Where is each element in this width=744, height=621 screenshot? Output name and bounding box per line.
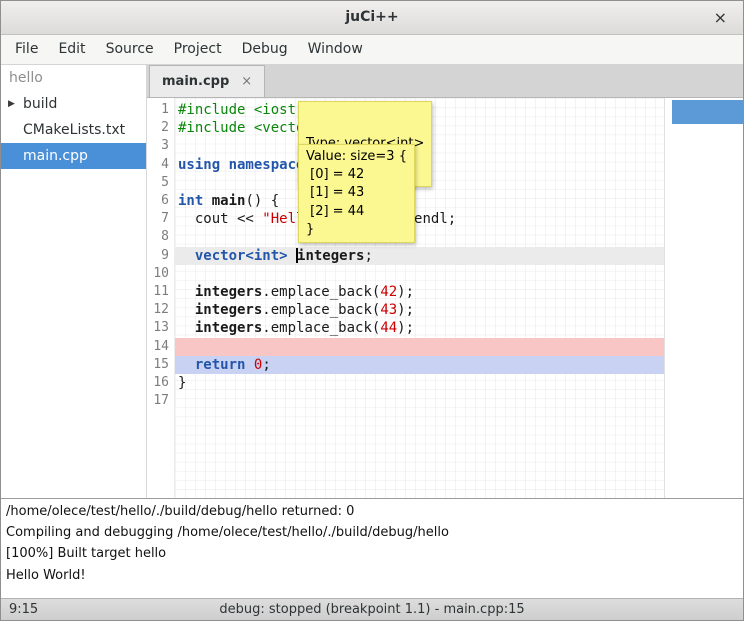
code-line-5[interactable]: [178, 174, 743, 192]
code-token: [288, 248, 296, 264]
tab-close-icon[interactable]: ×: [241, 74, 252, 89]
code-line-17[interactable]: [178, 392, 743, 410]
file-tree: ▶buildCMakeLists.txtmain.cpp: [1, 91, 146, 169]
terminal-line: Hello World!: [1, 565, 743, 586]
menu-item-project[interactable]: Project: [164, 35, 232, 64]
code-line-4[interactable]: using namespace std;: [178, 156, 743, 174]
code-token: return: [195, 357, 246, 373]
value-tooltip-line: }: [306, 221, 407, 239]
terminal-output[interactable]: /home/olece/test/hello/./build/debug/hel…: [1, 498, 743, 598]
code-token: integers: [297, 248, 364, 264]
code-token: .emplace_back(: [262, 320, 380, 336]
code-token: 44: [380, 320, 397, 336]
code-token: }: [178, 375, 186, 391]
tree-item-build[interactable]: ▶build: [1, 91, 146, 117]
code-token: );: [397, 302, 414, 318]
code-token: );: [397, 320, 414, 336]
menu-item-source[interactable]: Source: [96, 35, 164, 64]
menubar: FileEditSourceProjectDebugWindow: [1, 35, 743, 65]
code-line-6[interactable]: int main() {: [178, 192, 743, 210]
terminal-line: Compiling and debugging /home/olece/test…: [1, 522, 743, 543]
code-token: ;: [262, 357, 270, 373]
code-token: [178, 284, 195, 300]
window-title: juCi++: [1, 1, 743, 34]
code-line-14[interactable]: [178, 338, 743, 356]
tabbar: main.cpp ×: [147, 65, 743, 98]
value-tooltip: Value: size=3 { [0] = 42 [1] = 43 [2] = …: [298, 144, 415, 243]
expander-icon[interactable]: ▶: [8, 91, 15, 117]
code-line-10[interactable]: [178, 265, 743, 283]
code-line-12[interactable]: integers.emplace_back(43);: [178, 301, 743, 319]
code-line-2[interactable]: #include <vector>: [178, 119, 743, 137]
code-line-7[interactable]: cout << "Hello World!" << endl;: [178, 210, 743, 228]
menu-item-edit[interactable]: Edit: [48, 35, 95, 64]
terminal-line: [100%] Built target hello: [1, 543, 743, 564]
titlebar[interactable]: juCi++ ×: [1, 1, 743, 35]
tab-main-cpp[interactable]: main.cpp ×: [149, 65, 265, 97]
tree-item-main-cpp[interactable]: main.cpp: [1, 143, 146, 169]
code-token: .emplace_back(: [262, 302, 380, 318]
code-line-9[interactable]: vector<int> integers;: [178, 247, 743, 265]
code-token: integers: [195, 302, 262, 318]
code-token: using namespace: [178, 157, 304, 173]
menu-item-window[interactable]: Window: [298, 35, 373, 64]
window-close-icon[interactable]: ×: [710, 1, 731, 34]
code-editor[interactable]: 1234567891011121314151617 #include <iost…: [147, 98, 743, 498]
code-token: [178, 248, 195, 264]
code-token: [245, 357, 253, 373]
tree-item-cmakelists-txt[interactable]: CMakeLists.txt: [1, 117, 146, 143]
statusbar: 9:15 debug: stopped (breakpoint 1.1) - m…: [1, 598, 743, 620]
code-token: 42: [380, 284, 397, 300]
code-token: [203, 193, 211, 209]
code-token: main: [212, 193, 246, 209]
code-line-13[interactable]: integers.emplace_back(44);: [178, 319, 743, 337]
tree-item-label: main.cpp: [1, 143, 146, 169]
code-token: ;: [364, 248, 372, 264]
terminal-line: /home/olece/test/hello/./build/debug/hel…: [1, 501, 743, 522]
sidebar: hello ▶buildCMakeLists.txtmain.cpp: [1, 65, 147, 498]
project-name: hello: [1, 65, 146, 91]
value-tooltip-line: [0] = 42: [306, 166, 407, 184]
code-token: [178, 302, 195, 318]
app-window: juCi++ × FileEditSourceProjectDebugWindo…: [0, 0, 744, 621]
tree-item-label: build: [1, 91, 146, 117]
code-line-16[interactable]: }: [178, 374, 743, 392]
code-token: integers: [195, 320, 262, 336]
code-token: 43: [380, 302, 397, 318]
code-line-15[interactable]: return 0;: [178, 356, 743, 374]
tab-label: main.cpp: [162, 74, 229, 89]
tree-item-label: CMakeLists.txt: [1, 117, 146, 143]
code-token: cout <<: [178, 211, 262, 227]
code-token: int: [178, 193, 203, 209]
code-token: vector<int>: [195, 248, 288, 264]
code-line-8[interactable]: [178, 228, 743, 246]
scrollbar-thumb[interactable]: [672, 100, 743, 124]
code-token: [178, 357, 195, 373]
debug-status-text: debug: stopped (breakpoint 1.1) - main.c…: [1, 599, 743, 620]
code-line-1[interactable]: #include <iostream>: [178, 101, 743, 119]
code-token: );: [397, 284, 414, 300]
code-line-3[interactable]: [178, 137, 743, 155]
value-tooltip-line: [1] = 43: [306, 184, 407, 202]
code-token: .emplace_back(: [262, 284, 380, 300]
code-token: () {: [245, 193, 279, 209]
code-token: [178, 320, 195, 336]
code-layer[interactable]: #include <iostream>#include <vector> usin…: [147, 98, 743, 498]
menu-item-file[interactable]: File: [5, 35, 48, 64]
code-token: integers: [195, 284, 262, 300]
value-tooltip-line: [2] = 44: [306, 203, 407, 221]
code-line-11[interactable]: integers.emplace_back(42);: [178, 283, 743, 301]
menu-item-debug[interactable]: Debug: [232, 35, 298, 64]
value-tooltip-line: Value: size=3 {: [306, 148, 407, 166]
